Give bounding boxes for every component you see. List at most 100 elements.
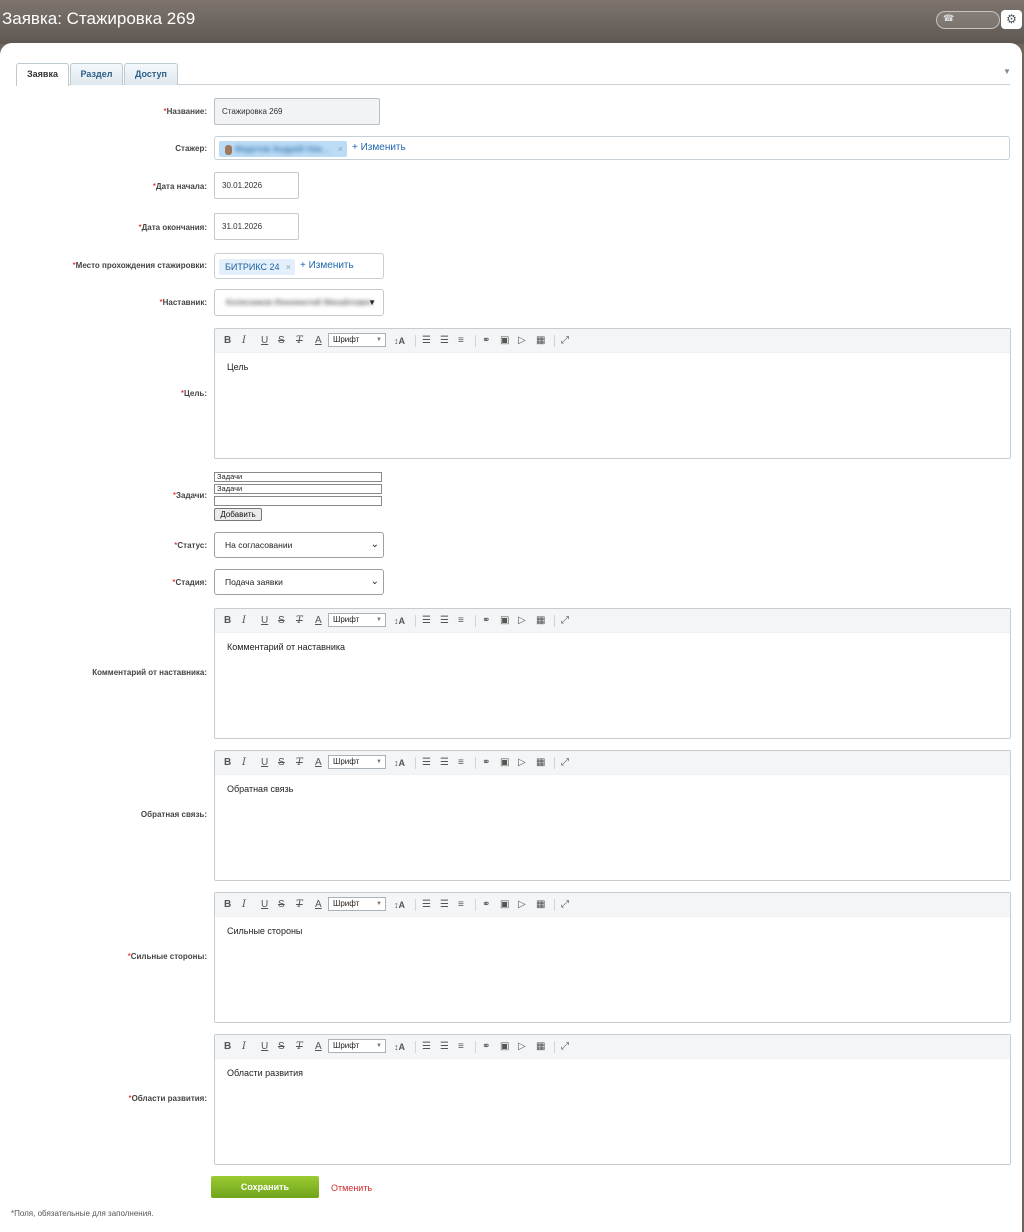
name-field[interactable]: Стажировка 269	[214, 98, 380, 125]
font-size-icon[interactable]: ↕A	[394, 1040, 405, 1054]
clear-format-icon[interactable]: T	[296, 1040, 303, 1054]
table-icon[interactable]: ▦	[536, 334, 545, 348]
align-icon[interactable]: ≡	[458, 614, 464, 628]
strikethrough-icon[interactable]: S	[278, 756, 285, 770]
font-size-icon[interactable]: ↕A	[394, 614, 405, 628]
stage-select[interactable]: Подача заявки ⌄	[214, 569, 384, 595]
table-icon[interactable]: ▦	[536, 756, 545, 770]
place-selector[interactable]: БИТРИКС 24 × + Изменить	[214, 253, 384, 279]
fullscreen-icon[interactable]: ⤢	[561, 334, 569, 348]
task-field-2[interactable]: Задачи	[214, 484, 382, 494]
tab-request[interactable]: Заявка	[16, 63, 69, 86]
italic-icon[interactable]: I	[242, 1040, 246, 1054]
image-icon[interactable]: ▣	[500, 334, 509, 348]
table-icon[interactable]: ▦	[536, 1040, 545, 1054]
font-color-icon[interactable]: A	[315, 614, 322, 628]
underline-icon[interactable]: U	[261, 614, 268, 628]
mentor-comment-editor[interactable]: B I U S T A Шрифт ▼ ↕A ☰ ☰ ≡ ⚭ ▣ ▷ ▦ ⤢ Ко…	[214, 608, 1011, 739]
task-field-3[interactable]	[214, 496, 382, 506]
gear-icon[interactable]: ⚙	[1001, 10, 1022, 29]
fullscreen-icon[interactable]: ⤢	[561, 614, 569, 628]
mentor-select[interactable]: Колесников Иннокентий Михайлович ▼	[214, 289, 384, 316]
clear-format-icon[interactable]: T	[296, 756, 303, 770]
bold-icon[interactable]: B	[224, 614, 231, 628]
underline-icon[interactable]: U	[261, 334, 268, 348]
close-icon[interactable]: ×	[338, 141, 343, 157]
strengths-editor[interactable]: B I U S T A Шрифт ▼ ↕A ☰ ☰ ≡ ⚭ ▣ ▷ ▦ ⤢ Си…	[214, 892, 1011, 1023]
intern-change-link[interactable]: + Изменить	[352, 142, 406, 153]
status-select[interactable]: На согласовании ⌄	[214, 532, 384, 558]
table-icon[interactable]: ▦	[536, 614, 545, 628]
font-size-icon[interactable]: ↕A	[394, 898, 405, 912]
align-icon[interactable]: ≡	[458, 756, 464, 770]
italic-icon[interactable]: I	[242, 898, 246, 912]
italic-icon[interactable]: I	[242, 334, 246, 348]
font-select[interactable]: Шрифт ▼	[328, 333, 386, 347]
table-icon[interactable]: ▦	[536, 898, 545, 912]
video-icon[interactable]: ▷	[518, 334, 526, 348]
link-icon[interactable]: ⚭	[482, 614, 490, 628]
font-color-icon[interactable]: A	[315, 334, 322, 348]
unordered-list-icon[interactable]: ☰	[440, 1040, 449, 1054]
align-icon[interactable]: ≡	[458, 1040, 464, 1054]
underline-icon[interactable]: U	[261, 1040, 268, 1054]
video-icon[interactable]: ▷	[518, 614, 526, 628]
intern-chip[interactable]: Федотов Андрей Ник... ×	[219, 141, 347, 157]
feedback-editor[interactable]: B I U S T A Шрифт ▼ ↕A ☰ ☰ ≡ ⚭ ▣ ▷ ▦ ⤢ Об…	[214, 750, 1011, 881]
tab-section[interactable]: Раздел	[70, 63, 123, 85]
font-size-icon[interactable]: ↕A	[394, 334, 405, 348]
image-icon[interactable]: ▣	[500, 614, 509, 628]
ordered-list-icon[interactable]: ☰	[422, 898, 431, 912]
font-color-icon[interactable]: A	[315, 898, 322, 912]
strikethrough-icon[interactable]: S	[278, 898, 285, 912]
align-icon[interactable]: ≡	[458, 898, 464, 912]
clear-format-icon[interactable]: T	[296, 614, 303, 628]
strikethrough-icon[interactable]: S	[278, 1040, 285, 1054]
bold-icon[interactable]: B	[224, 1040, 231, 1054]
fullscreen-icon[interactable]: ⤢	[561, 898, 569, 912]
video-icon[interactable]: ▷	[518, 898, 526, 912]
task-field-1[interactable]: Задачи	[214, 472, 382, 482]
link-icon[interactable]: ⚭	[482, 1040, 490, 1054]
bold-icon[interactable]: B	[224, 334, 231, 348]
end-date-field[interactable]: 31.01.2026	[214, 213, 299, 240]
close-icon[interactable]: ×	[286, 259, 291, 275]
video-icon[interactable]: ▷	[518, 756, 526, 770]
image-icon[interactable]: ▣	[500, 898, 509, 912]
font-select[interactable]: Шрифт ▼	[328, 1039, 386, 1053]
fullscreen-icon[interactable]: ⤢	[561, 1040, 569, 1054]
clear-format-icon[interactable]: T	[296, 898, 303, 912]
fullscreen-icon[interactable]: ⤢	[561, 756, 569, 770]
image-icon[interactable]: ▣	[500, 1040, 509, 1054]
unordered-list-icon[interactable]: ☰	[440, 756, 449, 770]
ordered-list-icon[interactable]: ☰	[422, 614, 431, 628]
strikethrough-icon[interactable]: S	[278, 334, 285, 348]
link-icon[interactable]: ⚭	[482, 756, 490, 770]
link-icon[interactable]: ⚭	[482, 334, 490, 348]
align-icon[interactable]: ≡	[458, 334, 464, 348]
bold-icon[interactable]: B	[224, 898, 231, 912]
italic-icon[interactable]: I	[242, 756, 246, 770]
link-icon[interactable]: ⚭	[482, 898, 490, 912]
font-select[interactable]: Шрифт ▼	[328, 755, 386, 769]
place-chip[interactable]: БИТРИКС 24 ×	[219, 259, 295, 275]
strikethrough-icon[interactable]: S	[278, 614, 285, 628]
unordered-list-icon[interactable]: ☰	[440, 614, 449, 628]
chevron-down-icon[interactable]: ▼	[1003, 67, 1011, 76]
save-button[interactable]: Сохранить	[211, 1176, 319, 1198]
font-color-icon[interactable]: A	[315, 756, 322, 770]
goal-editor[interactable]: B I U S T A Шрифт ▼ ↕A ☰ ☰ ≡ ⚭ ▣ ▷ ▦ ⤢ Це…	[214, 328, 1011, 459]
underline-icon[interactable]: U	[261, 898, 268, 912]
italic-icon[interactable]: I	[242, 614, 246, 628]
image-icon[interactable]: ▣	[500, 756, 509, 770]
clear-format-icon[interactable]: T	[296, 334, 303, 348]
bold-icon[interactable]: B	[224, 756, 231, 770]
place-change-link[interactable]: + Изменить	[300, 260, 354, 271]
ordered-list-icon[interactable]: ☰	[422, 334, 431, 348]
video-icon[interactable]: ▷	[518, 1040, 526, 1054]
growth-areas-editor[interactable]: B I U S T A Шрифт ▼ ↕A ☰ ☰ ≡ ⚭ ▣ ▷ ▦ ⤢ Об…	[214, 1034, 1011, 1165]
underline-icon[interactable]: U	[261, 756, 268, 770]
tab-access[interactable]: Доступ	[124, 63, 178, 85]
start-date-field[interactable]: 30.01.2026	[214, 172, 299, 199]
unordered-list-icon[interactable]: ☰	[440, 334, 449, 348]
